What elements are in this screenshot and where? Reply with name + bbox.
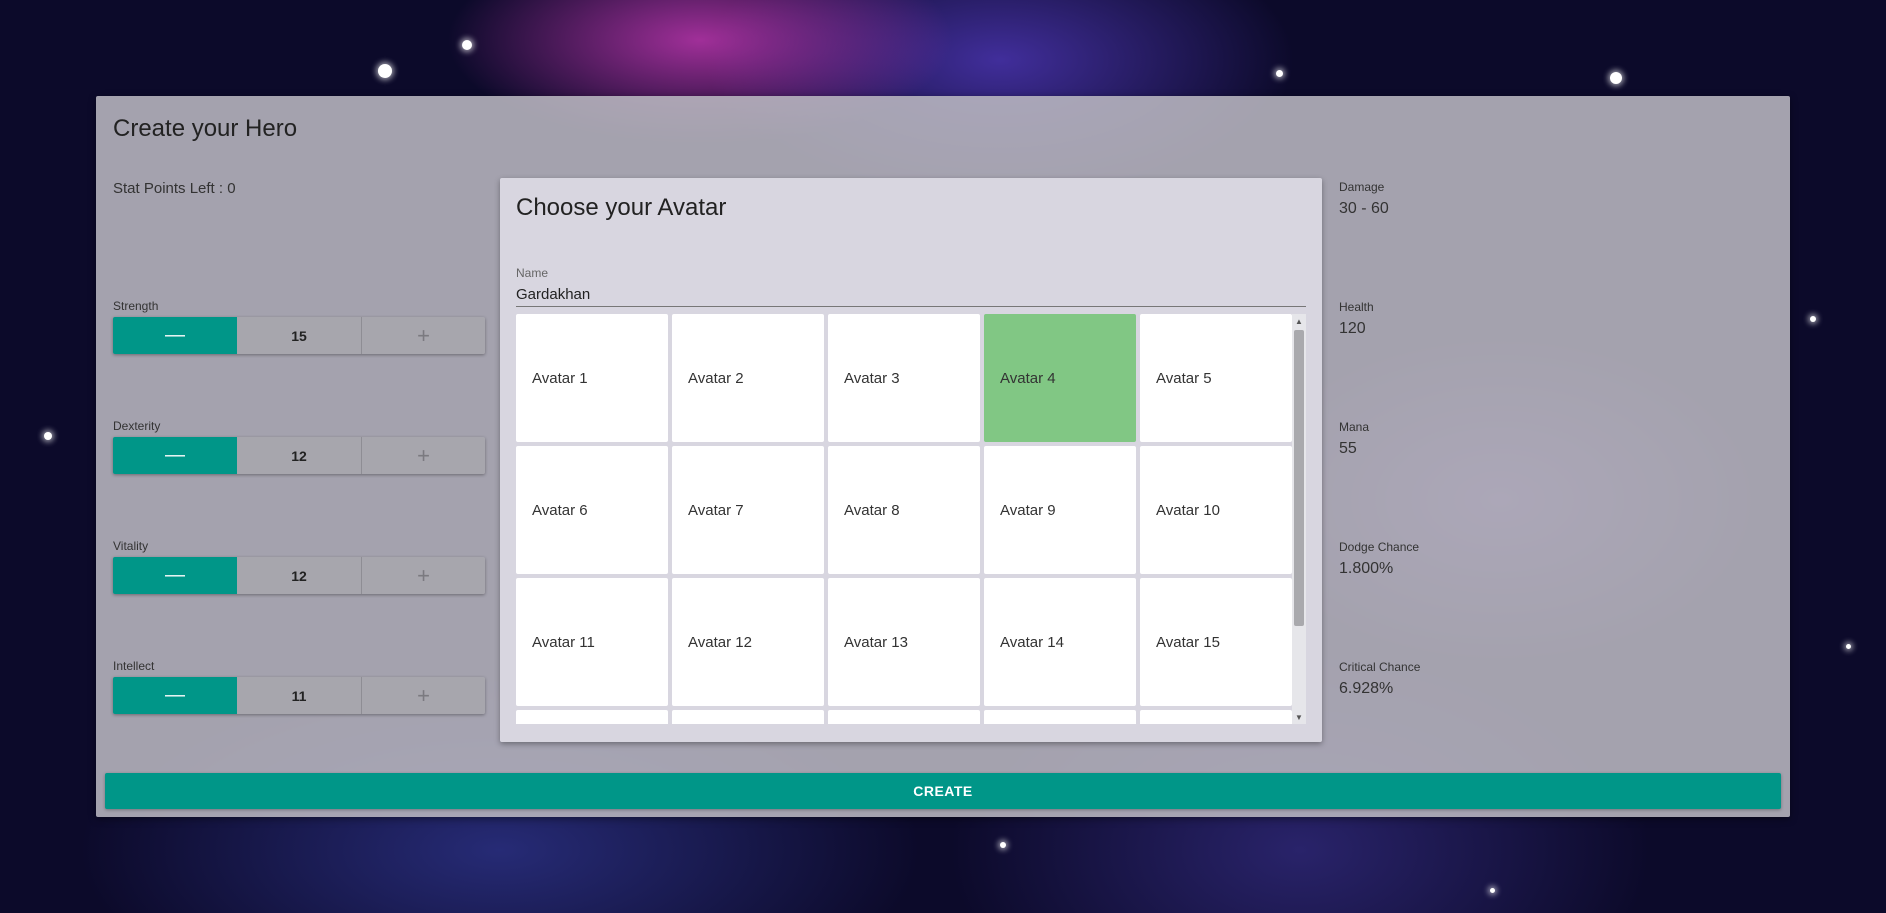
name-field[interactable] [516,282,1306,307]
avatar-tile[interactable]: Avatar 10 [1140,446,1292,574]
avatar-tile[interactable]: Avatar 1 [516,314,668,442]
avatar-tile[interactable]: Avatar 2 [672,314,824,442]
dexterity-increase-button[interactable]: + [362,437,485,474]
derived-stat-damage: Damage 30 - 60 [1339,180,1389,218]
dexterity-stepper: — 12 + [113,437,485,474]
stat-points-left: Stat Points Left : 0 [113,180,236,197]
derived-stat-value: 6.928% [1339,680,1394,697]
strength-value: 15 [237,317,362,354]
avatar-tile[interactable] [828,710,980,724]
avatar-tile[interactable]: Avatar 12 [672,578,824,706]
vitality-value: 12 [237,557,362,594]
avatar-tile[interactable]: Avatar 7 [672,446,824,574]
avatar-tile[interactable]: Avatar 3 [828,314,980,442]
stat-label: Dexterity [113,419,161,433]
avatar-tile[interactable] [984,710,1136,724]
stat-intellect: Intellect — 11 + [113,659,485,714]
triangle-down-icon[interactable]: ▼ [1292,710,1306,724]
derived-stat-label: Health [1339,300,1374,314]
avatar-grid-scroll[interactable]: Avatar 1 Avatar 2 Avatar 3 Avatar 4 Avatar 5… [516,314,1306,724]
intellect-increase-button[interactable]: + [362,677,485,714]
derived-stat-value: 1.800% [1339,560,1394,577]
derived-stat-dodge-chance: Dodge Chance 1.800% [1339,540,1419,578]
derived-stat-value: 30 - 60 [1339,200,1389,217]
derived-stat-value: 120 [1339,320,1366,337]
avatar-tile[interactable]: Avatar 4 [984,314,1136,442]
avatar-tile[interactable]: Avatar 14 [984,578,1136,706]
vitality-stepper: — 12 + [113,557,485,594]
name-field-label: Name [516,266,549,280]
avatar-grid-scrollbar[interactable]: ▲ ▼ [1292,314,1306,724]
derived-stat-critical-chance: Critical Chance 6.928% [1339,660,1420,698]
star-decoration [1490,888,1495,893]
avatar-tile[interactable]: Avatar 5 [1140,314,1292,442]
star-decoration [1276,70,1283,77]
strength-stepper: — 15 + [113,317,485,354]
avatar-tile[interactable] [516,710,668,724]
stat-label: Vitality [113,539,149,553]
avatar-tile[interactable]: Avatar 13 [828,578,980,706]
avatar-tile[interactable]: Avatar 8 [828,446,980,574]
derived-stat-label: Damage [1339,180,1385,194]
dexterity-decrease-button[interactable]: — [113,437,237,474]
vitality-decrease-button[interactable]: — [113,557,237,594]
avatar-tile[interactable] [1140,710,1292,724]
avatar-grid: Avatar 1 Avatar 2 Avatar 3 Avatar 4 Avatar 5… [516,314,1292,724]
star-decoration [378,64,392,78]
star-decoration [1846,644,1851,649]
scrollbar-thumb[interactable] [1294,330,1304,626]
stat-dexterity: Dexterity — 12 + [113,419,485,474]
strength-increase-button[interactable]: + [362,317,485,354]
stat-label: Intellect [113,659,155,673]
strength-decrease-button[interactable]: — [113,317,237,354]
dexterity-value: 12 [237,437,362,474]
avatar-tile[interactable]: Avatar 6 [516,446,668,574]
derived-stat-label: Mana [1339,420,1370,434]
vitality-increase-button[interactable]: + [362,557,485,594]
derived-stat-value: 55 [1339,440,1357,457]
star-decoration [1610,72,1622,84]
intellect-value: 11 [237,677,362,714]
intellect-stepper: — 11 + [113,677,485,714]
star-decoration [462,40,472,50]
avatar-section-title: Choose your Avatar [516,194,727,221]
derived-stat-label: Critical Chance [1339,660,1421,674]
avatar-tile[interactable] [672,710,824,724]
page-title: Create your Hero [113,115,298,142]
create-hero-panel: Create your Hero Stat Points Left : 0 St… [96,96,1790,817]
stat-strength: Strength — 15 + [113,299,485,354]
intellect-decrease-button[interactable]: — [113,677,237,714]
derived-stat-health: Health 120 [1339,300,1374,338]
star-decoration [44,432,52,440]
stat-vitality: Vitality — 12 + [113,539,485,594]
stat-label: Strength [113,299,159,313]
star-decoration [1000,842,1006,848]
triangle-up-icon[interactable]: ▲ [1292,314,1306,328]
create-button[interactable]: CREATE [105,773,1781,809]
avatar-tile[interactable]: Avatar 9 [984,446,1136,574]
avatar-chooser-card: Choose your Avatar Name Avatar 1Avatar 2… [500,178,1322,742]
avatar-tile[interactable]: Avatar 15 [1140,578,1292,706]
derived-stat-label: Dodge Chance [1339,540,1420,554]
avatar-tile[interactable]: Avatar 11 [516,578,668,706]
derived-stat-mana: Mana 55 [1339,420,1369,458]
star-decoration [1810,316,1816,322]
